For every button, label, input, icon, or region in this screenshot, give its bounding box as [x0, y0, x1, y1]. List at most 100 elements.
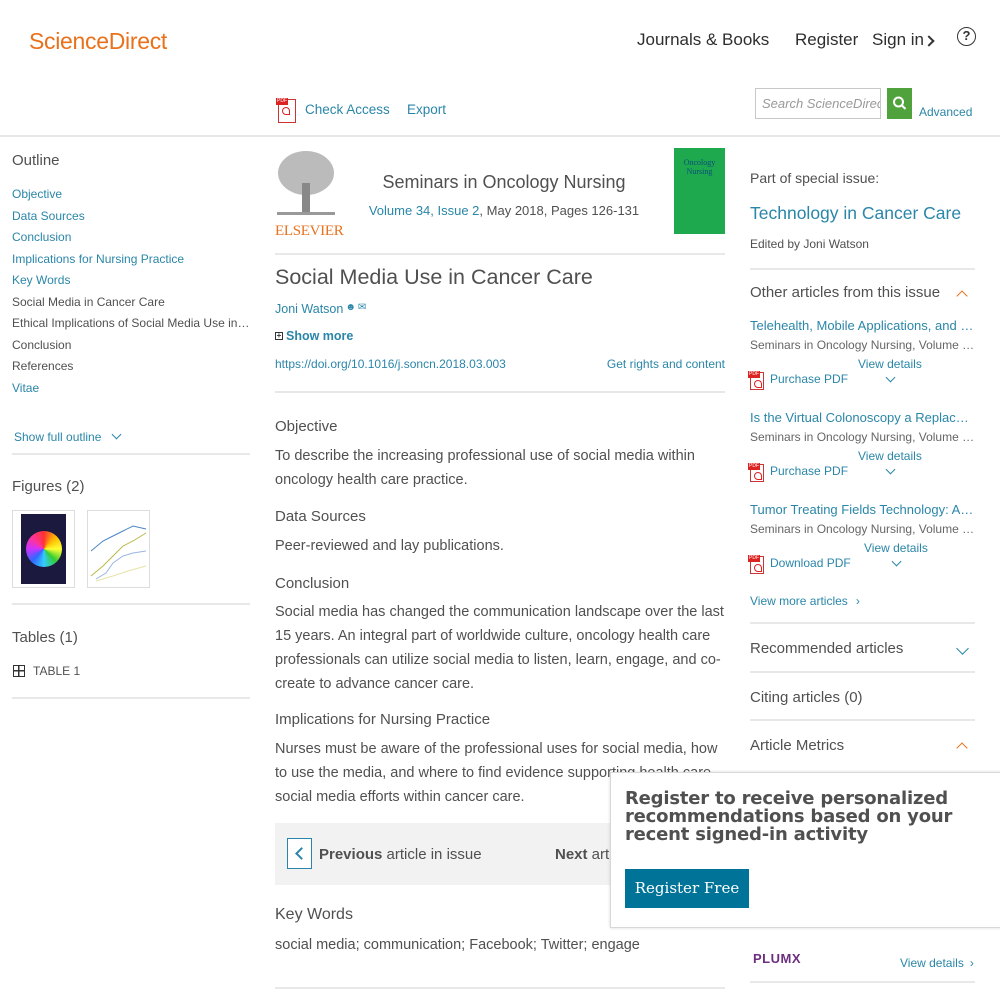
- figure-image: [90, 525, 147, 582]
- advanced-search-link[interactable]: Advanced: [919, 105, 972, 119]
- chevron-down-icon[interactable]: [891, 556, 902, 567]
- author-name[interactable]: Joni Watson: [275, 302, 343, 316]
- nav-sign-in[interactable]: Sign in: [872, 30, 924, 50]
- chevron-down-icon[interactable]: [956, 642, 969, 655]
- show-full-outline-button[interactable]: Show full outline: [14, 429, 122, 444]
- pdf-icon: [748, 371, 764, 390]
- related-article-title[interactable]: Telehealth, Mobile Applications, and Wea…: [750, 318, 975, 333]
- outline-item[interactable]: Objective: [12, 184, 250, 206]
- outline-title: Outline: [12, 152, 60, 169]
- search-button[interactable]: [887, 88, 912, 119]
- divider: [12, 697, 250, 699]
- person-icon: ☻: [345, 302, 356, 313]
- chevron-down-icon[interactable]: [885, 464, 896, 475]
- register-free-button[interactable]: Register Free: [625, 869, 749, 908]
- header-divider: [0, 135, 1000, 137]
- related-article: Tumor Treating Fields Technology: Altern…: [748, 502, 975, 574]
- recommended-articles-title[interactable]: Recommended articles: [750, 640, 903, 657]
- chevron-up-icon[interactable]: [956, 290, 968, 302]
- article-metrics-title[interactable]: Article Metrics: [750, 737, 844, 754]
- download-pdf-button[interactable]: Download PDF: [748, 555, 851, 574]
- section-heading-conclusion: Conclusion: [275, 575, 350, 592]
- tables-title: Tables (1): [12, 629, 78, 646]
- section-text-data-sources: Peer-reviewed and lay publications.: [275, 538, 504, 554]
- related-article: Is the Virtual Colonoscopy a Replacement…: [748, 410, 975, 482]
- divider: [750, 671, 975, 673]
- email-icon[interactable]: ✉: [358, 302, 366, 316]
- related-article-title[interactable]: Tumor Treating Fields Technology: Altern…: [750, 502, 975, 517]
- section-heading-implications: Implications for Nursing Practice: [275, 711, 491, 728]
- doi-link[interactable]: https://doi.org/10.1016/j.soncn.2018.03.…: [275, 357, 506, 371]
- pdf-icon: [276, 98, 296, 123]
- purchase-pdf-button[interactable]: Purchase PDF: [748, 371, 848, 390]
- nav-journals-books[interactable]: Journals & Books: [637, 30, 769, 50]
- keywords-heading: Key Words: [275, 906, 353, 923]
- divider: [12, 453, 250, 455]
- help-icon[interactable]: ?: [957, 27, 976, 46]
- outline-item[interactable]: Key Words: [12, 270, 250, 292]
- register-popup-text: Register to receive personalized recomme…: [625, 788, 953, 845]
- outline-item[interactable]: Ethical Implications of Social Media Use…: [12, 313, 250, 335]
- previous-article-label[interactable]: Previous article in issue: [319, 846, 482, 863]
- chevron-down-icon[interactable]: [885, 372, 896, 383]
- previous-article-button[interactable]: [287, 838, 312, 869]
- view-details-link[interactable]: View details: [864, 541, 928, 555]
- plumx-view-details-link[interactable]: View details ›: [900, 956, 974, 970]
- volume-issue-link[interactable]: Volume 34, Issue 2: [369, 203, 480, 218]
- purchase-pdf-button[interactable]: Purchase PDF: [748, 463, 848, 482]
- special-issue-title[interactable]: Technology in Cancer Care: [750, 203, 961, 224]
- plus-icon: +: [275, 331, 283, 340]
- search-icon: [893, 96, 907, 110]
- section-heading-data-sources: Data Sources: [275, 508, 366, 525]
- volume-info: Volume 34, Issue 2, May 2018, Pages 126-…: [340, 203, 668, 218]
- figure-thumbnail-2[interactable]: [87, 510, 150, 588]
- keywords: social media; communication; Facebook; T…: [275, 937, 640, 953]
- outline-item[interactable]: Implications for Nursing Practice: [12, 249, 250, 271]
- pdf-icon: [748, 463, 764, 482]
- outline-item[interactable]: Data Sources: [12, 206, 250, 228]
- sciencedirect-logo[interactable]: ScienceDirect: [29, 28, 167, 55]
- get-rights-link[interactable]: Get rights and content: [607, 357, 725, 371]
- outline-item[interactable]: Conclusion: [12, 335, 250, 357]
- plumx-logo: PLUMX: [753, 951, 801, 966]
- show-more-button[interactable]: + Show more: [275, 329, 353, 343]
- related-article: Telehealth, Mobile Applications, and Wea…: [748, 318, 975, 390]
- outline-item[interactable]: Conclusion: [12, 227, 250, 249]
- view-more-articles-link[interactable]: View more articles ›: [750, 594, 860, 608]
- journal-title[interactable]: Seminars in Oncology Nursing: [340, 172, 668, 193]
- table-icon: [13, 665, 25, 677]
- table-label: TABLE 1: [33, 664, 81, 678]
- special-issue-label: Part of special issue:: [750, 170, 880, 186]
- journal-cover-image[interactable]: Oncology Nursing: [674, 148, 725, 234]
- check-access-link[interactable]: Check Access: [305, 102, 390, 117]
- elsevier-tree-image: [277, 151, 335, 215]
- divider: [750, 981, 975, 983]
- outline-item[interactable]: Vitae: [12, 378, 250, 400]
- divider: [750, 268, 975, 270]
- section-text-conclusion: Social media has changed the communicati…: [275, 604, 724, 692]
- outline-item[interactable]: Social Media in Cancer Care: [12, 292, 250, 314]
- edited-by: Edited by Joni Watson: [750, 237, 869, 251]
- export-button[interactable]: Export: [407, 102, 446, 117]
- other-articles-title[interactable]: Other articles from this issue: [750, 284, 940, 301]
- view-details-link[interactable]: View details: [858, 449, 922, 463]
- divider: [275, 987, 725, 989]
- citing-articles-title[interactable]: Citing articles (0): [750, 689, 863, 706]
- author[interactable]: Joni Watson ☻ ✉: [275, 302, 366, 316]
- divider: [275, 391, 725, 393]
- show-more-label: Show more: [286, 329, 354, 343]
- publisher-name: ELSEVIER: [275, 223, 344, 239]
- search-input[interactable]: Search ScienceDirect: [755, 88, 881, 119]
- related-article-title[interactable]: Is the Virtual Colonoscopy a Replacement: [750, 410, 975, 425]
- section-heading-objective: Objective: [275, 418, 338, 435]
- divider: [12, 603, 250, 605]
- view-details-link[interactable]: View details: [858, 357, 922, 371]
- nav-register[interactable]: Register: [795, 30, 858, 50]
- divider: [275, 253, 725, 255]
- outline-item[interactable]: References: [12, 356, 250, 378]
- elsevier-logo[interactable]: ELSEVIER: [275, 148, 344, 239]
- table-1-link[interactable]: TABLE 1: [13, 664, 80, 678]
- show-full-outline-label: Show full outline: [14, 430, 102, 444]
- figure-thumbnail-1[interactable]: [12, 510, 75, 588]
- chevron-up-icon[interactable]: [956, 742, 968, 754]
